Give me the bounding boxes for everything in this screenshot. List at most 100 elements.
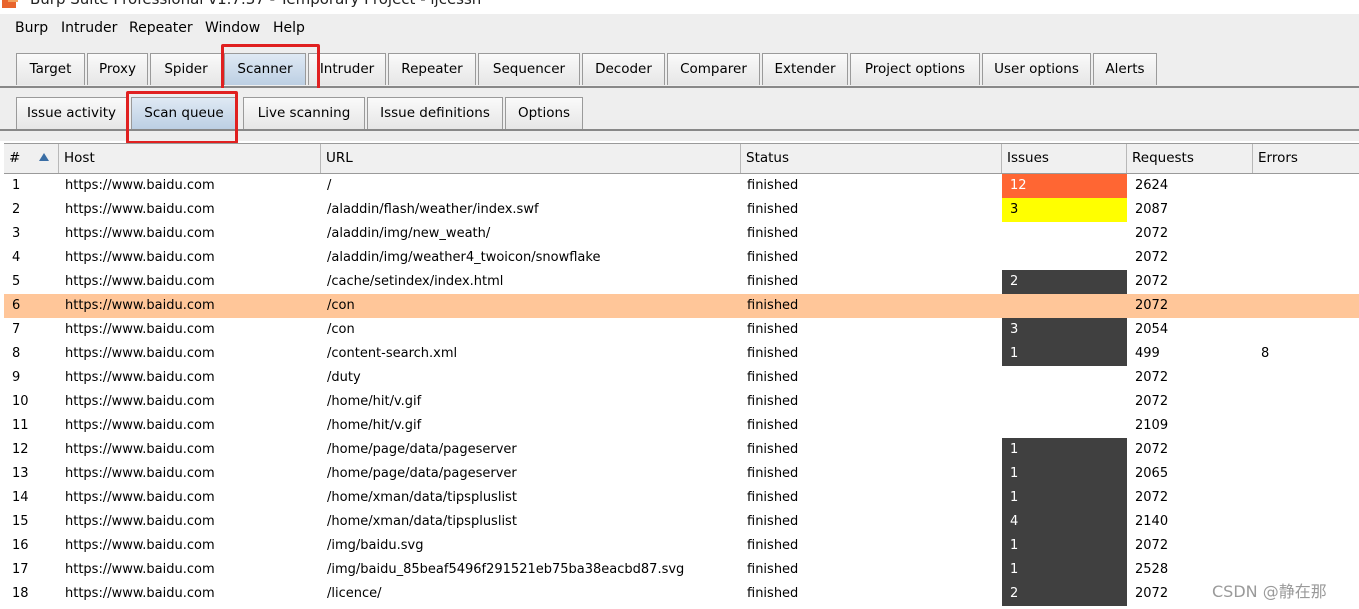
tab-target[interactable]: Target <box>16 53 85 85</box>
tab-extender[interactable]: Extender <box>762 53 848 85</box>
table-row[interactable]: 1 https://www.baidu.com / finished 2624 12 <box>4 174 1359 198</box>
table-row[interactable]: 7 https://www.baidu.com/con finished 2054 3 <box>4 318 1359 342</box>
column-header-requests[interactable]: Requests <box>1127 144 1253 173</box>
menu-help[interactable]: Help <box>273 20 305 36</box>
cell-url: /aladdin/img/weather4_twoicon/snowflake <box>327 250 601 265</box>
cell-url: /img/baidu_85beaf5496f291521eb75ba38eacb… <box>327 562 685 577</box>
cell-status: finished <box>747 418 799 433</box>
cell-issues <box>1002 246 1127 270</box>
cell-host: https://www.baidu.com <box>65 538 215 553</box>
table-row[interactable]: 13 https://www.baidu.com/home/page/data/p… <box>4 462 1359 486</box>
column-header-host[interactable]: Host <box>59 144 321 173</box>
cell-url: /home/hit/v.gif <box>327 394 422 409</box>
cell-number: 17 <box>12 562 29 577</box>
cell-number: 1 <box>12 178 21 193</box>
cell-status: finished <box>747 490 799 505</box>
cell-url: /home/hit/v.gif <box>327 418 422 433</box>
cell-url: /duty <box>327 370 361 385</box>
cell-requests: 2109 <box>1135 418 1169 433</box>
cell-number: 11 <box>12 418 29 433</box>
cell-requests: 2065 <box>1135 466 1169 481</box>
tab-decoder[interactable]: Decoder <box>582 53 665 85</box>
tab-comparer[interactable]: Comparer <box>667 53 760 85</box>
tab-alerts[interactable]: Alerts <box>1093 53 1157 85</box>
tab-options[interactable]: Options <box>505 97 583 129</box>
table-row[interactable]: 5 https://www.baidu.com/cache/setindex/in… <box>4 270 1359 294</box>
column-header-issues[interactable]: Issues <box>1002 144 1127 173</box>
cell-issues <box>1002 414 1127 438</box>
cell-requests: 2054 <box>1135 322 1169 337</box>
cell-host: https://www.baidu.com <box>65 226 215 241</box>
cell-status: finished <box>747 586 799 601</box>
table-header: # Host URL Status Issues Requests Errors <box>4 143 1359 174</box>
cell-url: /home/page/data/pageserver <box>327 466 517 481</box>
cell-issues: 3 <box>1002 318 1127 342</box>
cell-requests: 2072 <box>1135 226 1169 241</box>
cell-status: finished <box>747 298 799 313</box>
cell-number: 14 <box>12 490 29 505</box>
table-row[interactable]: 4 https://www.baidu.com/aladdin/img/weath… <box>4 246 1359 270</box>
tab-spider[interactable]: Spider <box>150 53 222 85</box>
menu-intruder[interactable]: Intruder <box>61 20 117 36</box>
annotation-box-scanner <box>221 44 320 91</box>
cell-status: finished <box>747 538 799 553</box>
cell-requests: 2072 <box>1135 250 1169 265</box>
menu-window[interactable]: Window <box>205 20 260 36</box>
table-row[interactable]: 16 https://www.baidu.com/img/baidu.svg fin… <box>4 534 1359 558</box>
table-row[interactable]: 18 https://www.baidu.com/licence/finished… <box>4 582 1359 606</box>
table-row[interactable]: 14 https://www.baidu.com/home/xman/data/t… <box>4 486 1359 510</box>
menu-burp[interactable]: Burp <box>15 20 48 36</box>
cell-url: /home/xman/data/tipspluslist <box>327 514 517 529</box>
cell-number: 9 <box>12 370 21 385</box>
cell-requests: 2528 <box>1135 562 1169 577</box>
column-header-number[interactable]: # <box>4 144 59 173</box>
table-row[interactable]: 12 https://www.baidu.com/home/page/data/p… <box>4 438 1359 462</box>
tab-repeater[interactable]: Repeater <box>388 53 476 85</box>
column-header-url[interactable]: URL <box>321 144 741 173</box>
table-row[interactable]: 3 https://www.baidu.com/aladdin/img/new_w… <box>4 222 1359 246</box>
cell-issues <box>1002 366 1127 390</box>
table-row[interactable]: 11 https://www.baidu.com/home/hit/v.gif fi… <box>4 414 1359 438</box>
cell-number: 10 <box>12 394 29 409</box>
tab-issue-activity[interactable]: Issue activity <box>16 97 127 129</box>
tab-issue-definitions[interactable]: Issue definitions <box>367 97 503 129</box>
cell-url: /home/xman/data/tipspluslist <box>327 490 517 505</box>
cell-number: 16 <box>12 538 29 553</box>
cell-host: https://www.baidu.com <box>65 346 215 361</box>
tab-project-options[interactable]: Project options <box>850 53 980 85</box>
table-row[interactable]: 6 https://www.baidu.com/con finished 2072 <box>4 294 1359 318</box>
table-row[interactable]: 10 https://www.baidu.com/home/hit/v.gif fi… <box>4 390 1359 414</box>
table-row[interactable]: 8 https://www.baidu.com/content-search.xm… <box>4 342 1359 366</box>
cell-requests: 2624 <box>1135 178 1169 193</box>
cell-issues: 1 <box>1002 534 1127 558</box>
cell-issues <box>1002 390 1127 414</box>
cell-status: finished <box>747 562 799 577</box>
table-row[interactable]: 2 https://www.baidu.com/aladdin/flash/wea… <box>4 198 1359 222</box>
table-row[interactable]: 15 https://www.baidu.com/home/xman/data/t… <box>4 510 1359 534</box>
cell-issues: 1 <box>1002 438 1127 462</box>
cell-number: 12 <box>12 442 29 457</box>
cell-status: finished <box>747 346 799 361</box>
tab-proxy[interactable]: Proxy <box>87 53 148 85</box>
column-header-errors[interactable]: Errors <box>1253 144 1359 173</box>
table-row[interactable]: 9 https://www.baidu.com/duty finished 2072 <box>4 366 1359 390</box>
burp-logo-icon <box>2 0 18 8</box>
cell-url: / <box>327 178 332 193</box>
tab-user-options[interactable]: User options <box>982 53 1091 85</box>
cell-status: finished <box>747 370 799 385</box>
cell-url: /aladdin/img/new_weath/ <box>327 226 491 241</box>
cell-issues: 1 <box>1002 342 1127 366</box>
cell-number: 5 <box>12 274 21 289</box>
cell-number: 3 <box>12 226 21 241</box>
cell-url: /con <box>327 322 355 337</box>
sort-ascending-icon <box>39 153 49 161</box>
cell-host: https://www.baidu.com <box>65 178 215 193</box>
cell-issues: 2 <box>1002 270 1127 294</box>
cell-url: /img/baidu.svg <box>327 538 424 553</box>
tab-live-scanning[interactable]: Live scanning <box>243 97 365 129</box>
cell-requests: 2072 <box>1135 586 1169 601</box>
table-row[interactable]: 17 https://www.baidu.com/img/baidu_85beaf… <box>4 558 1359 582</box>
menu-repeater[interactable]: Repeater <box>129 20 193 36</box>
tab-sequencer[interactable]: Sequencer <box>478 53 580 85</box>
column-header-status[interactable]: Status <box>741 144 1002 173</box>
